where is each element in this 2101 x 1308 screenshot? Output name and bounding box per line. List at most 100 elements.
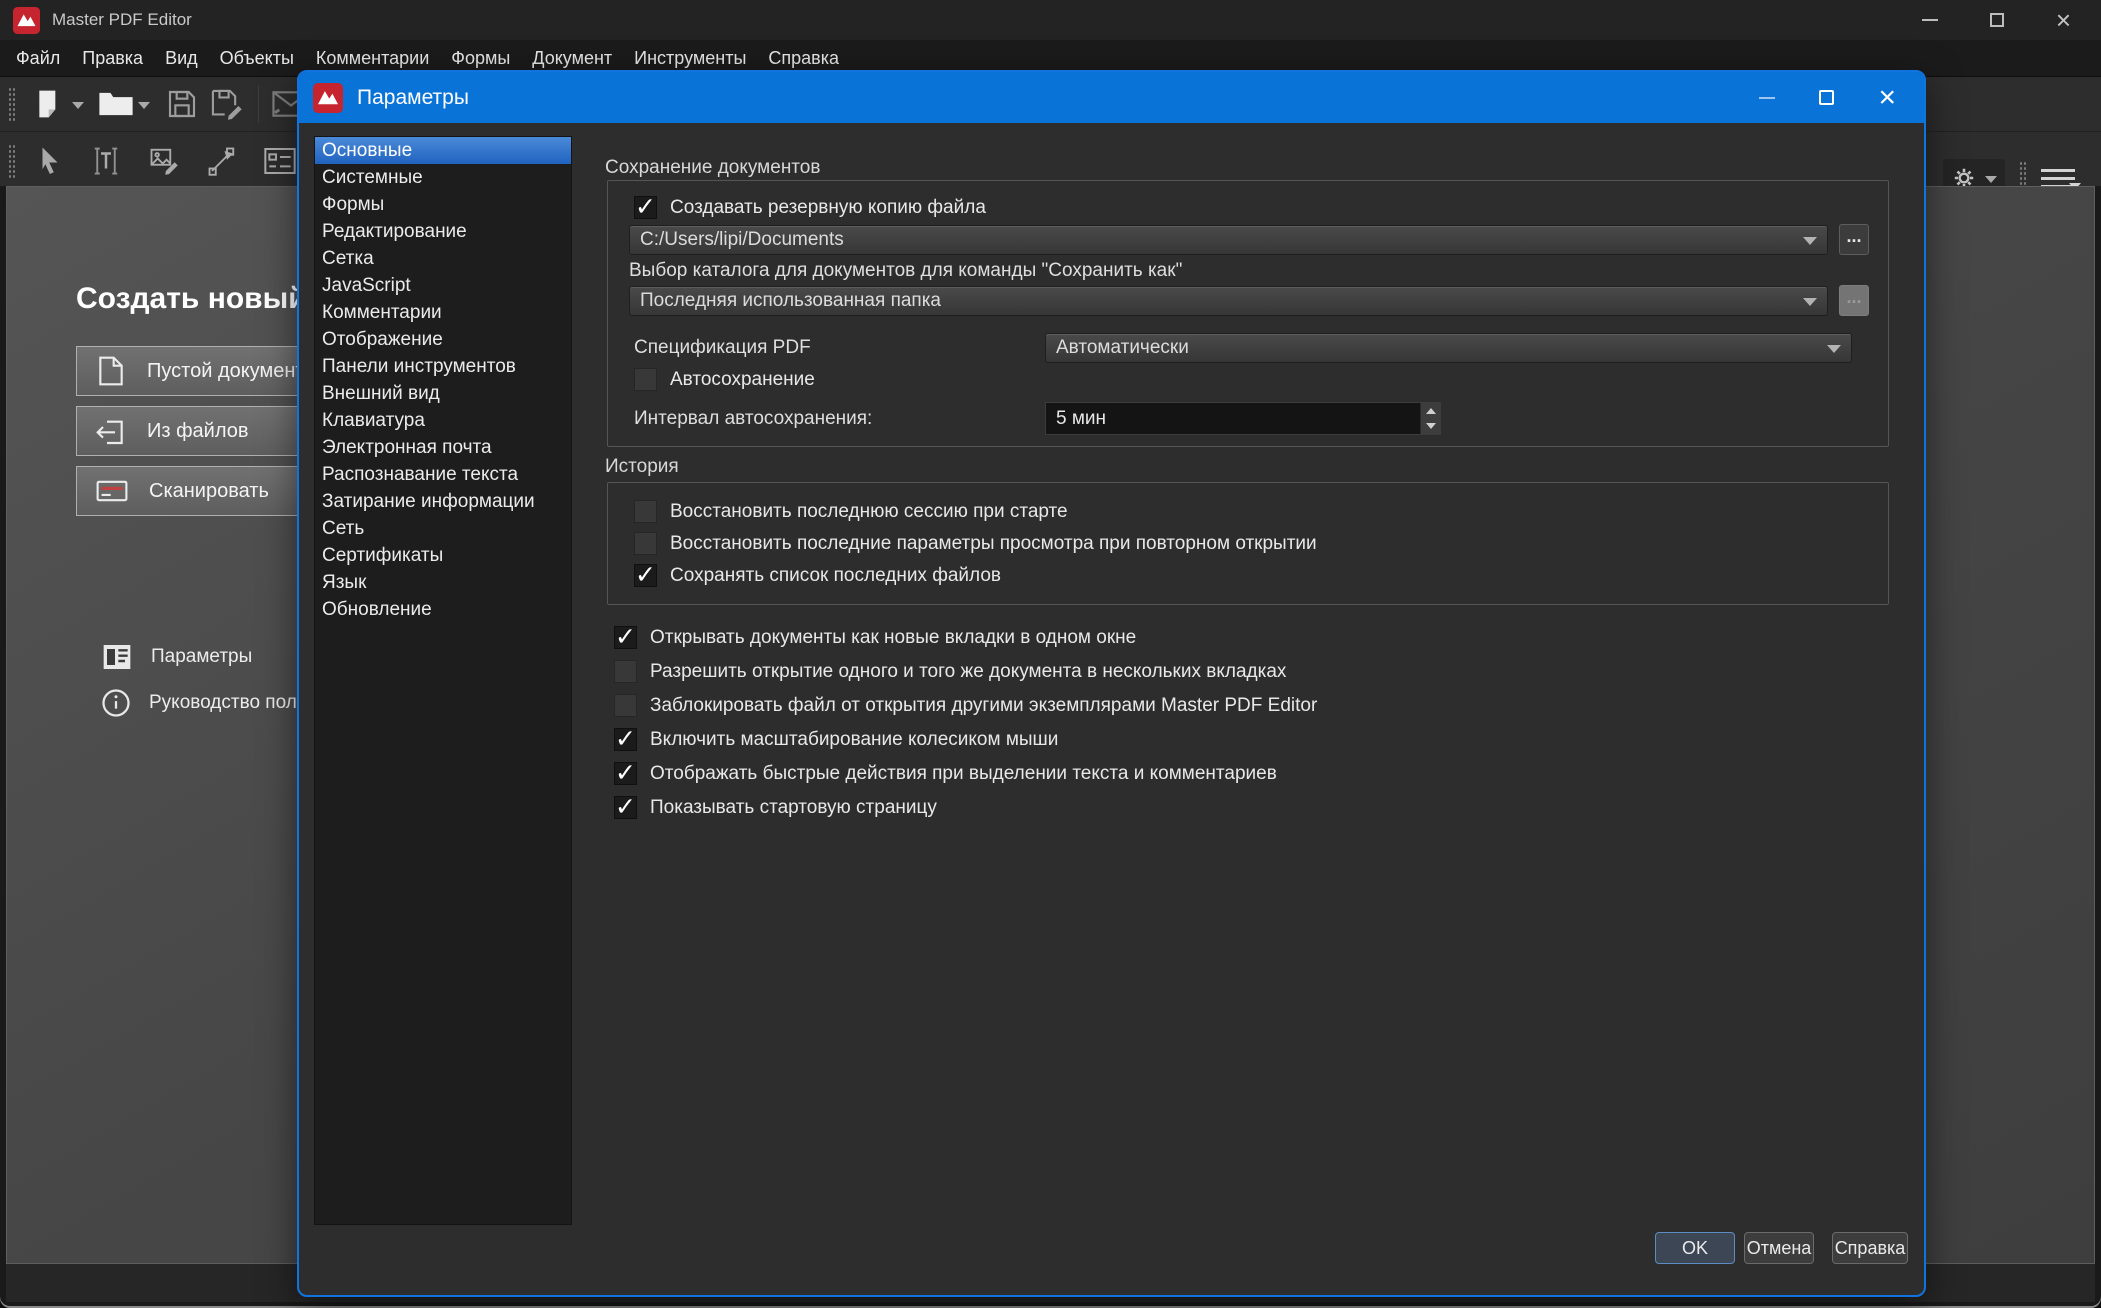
category-redaction[interactable]: Затирание информации [315,488,571,515]
chevron-down-icon[interactable] [1827,345,1841,360]
titlebar: Master PDF Editor × [0,0,2101,40]
quick-actions-checkbox-row[interactable]: ✓ Отображать быстрые действия при выделе… [614,762,1277,785]
dialog-close-button[interactable]: × [1878,87,1896,109]
autosave-interval-spinbox[interactable]: 5 мин [1045,402,1441,435]
window-maximize-button[interactable] [1990,13,2004,27]
app-window: Master PDF Editor × Файл Правка Вид Объе… [0,0,2101,1308]
select-tool-button[interactable] [28,139,72,183]
autosave-interval-value: 5 мин [1056,408,1106,430]
blank-document-label: Пустой документ [147,360,305,383]
toolbar-grip[interactable] [8,87,16,121]
dialog-minimize-button[interactable] [1759,97,1775,99]
toolbar-grip[interactable] [8,144,16,178]
restore-session-checkbox-row[interactable]: Восстановить последнюю сессию при старте [634,500,1068,523]
pdf-spec-combobox[interactable]: Автоматически [1045,333,1852,363]
category-ocr[interactable]: Распознавание текста [315,461,571,488]
start-page-checkbox-row[interactable]: ✓ Показывать стартовую страницу [614,796,937,819]
same-doc-multi-tabs-checkbox-row[interactable]: Разрешить открытие одного и того же доку… [614,660,1286,683]
chevron-down-icon[interactable] [1803,237,1817,252]
edit-text-tool-button[interactable] [84,139,128,183]
dialog-category-list: Основные Системные Формы Редактирование … [314,136,572,1225]
same-doc-multi-tabs-checkbox[interactable] [614,660,637,683]
form-fields-icon [264,147,296,175]
window-close-button[interactable]: × [2056,10,2071,30]
category-comments[interactable]: Комментарии [315,299,571,326]
backup-checkbox-row[interactable]: ✓ Создавать резервную копию файла [634,196,986,219]
wheel-zoom-checkbox-row[interactable]: ✓ Включить масштабирование колесиком мыш… [614,728,1058,751]
category-system[interactable]: Системные [315,164,571,191]
save-as-button[interactable] [204,82,248,126]
new-document-button[interactable] [28,82,72,126]
lock-file-checkbox[interactable] [614,694,637,717]
saveas-dir-combobox[interactable]: Последняя использованная папка [629,286,1828,316]
form-fields-tool-button[interactable] [258,139,302,183]
menu-edit[interactable]: Правка [71,41,154,75]
ok-button[interactable]: OK [1655,1232,1735,1264]
arrow-up-icon [1426,403,1436,414]
saveas-dir-value: Последняя использованная папка [640,290,941,312]
tabs-one-window-checkbox-row[interactable]: ✓ Открывать документы как новые вкладки … [614,626,1136,649]
new-document-dropdown-icon[interactable] [72,102,84,115]
category-appearance[interactable]: Внешний вид [315,380,571,407]
category-language[interactable]: Язык [315,569,571,596]
recent-files-checkbox[interactable]: ✓ [634,564,657,587]
cancel-button[interactable]: Отмена [1744,1232,1814,1264]
backup-path-browse-button[interactable]: ... [1839,224,1869,255]
open-file-button[interactable] [94,82,138,126]
spin-up-button[interactable] [1421,403,1440,419]
edit-path-tool-button[interactable] [200,139,244,183]
category-keyboard[interactable]: Клавиатура [315,407,571,434]
quick-actions-checkbox[interactable]: ✓ [614,762,637,785]
backup-checkbox[interactable]: ✓ [634,196,657,219]
dialog-title: Параметры [357,86,469,110]
menu-file[interactable]: Файл [5,41,71,75]
recent-files-checkbox-row[interactable]: ✓ Сохранять список последних файлов [634,564,1001,587]
restore-view-params-checkbox-row[interactable]: Восстановить последние параметры просмот… [634,532,1317,555]
category-update[interactable]: Обновление [315,596,571,623]
category-editing[interactable]: Редактирование [315,218,571,245]
category-javascript[interactable]: JavaScript [315,272,571,299]
saveas-dir-label: Выбор каталога для документов для команд… [629,260,1182,282]
autosave-checkbox[interactable] [634,368,657,391]
main-menu-button[interactable] [2041,169,2087,188]
save-icon [166,88,198,120]
blank-page-icon [95,354,127,388]
menu-view[interactable]: Вид [154,41,209,75]
settings-doc-icon [101,642,133,672]
settings-link[interactable]: Параметры [101,641,252,673]
edit-image-tool-button[interactable] [142,139,186,183]
backup-path-combobox[interactable]: C:/Users/lipi/Documents [629,225,1828,255]
pdf-spec-label: Спецификация PDF [634,337,811,359]
save-button[interactable] [160,82,204,126]
pdf-spec-value: Автоматически [1056,337,1189,359]
autosave-interval-label: Интервал автосохранения: [634,408,872,430]
restore-session-checkbox[interactable] [634,500,657,523]
dialog-maximize-button[interactable] [1819,90,1834,105]
autosave-checkbox-label: Автосохранение [670,369,815,391]
category-network[interactable]: Сеть [315,515,571,542]
category-toolbars[interactable]: Панели инструментов [315,353,571,380]
open-file-dropdown-icon[interactable] [138,102,150,115]
chevron-down-icon[interactable] [1803,298,1817,313]
wheel-zoom-checkbox[interactable]: ✓ [614,728,637,751]
spin-down-button[interactable] [1421,419,1440,435]
window-minimize-button[interactable] [1922,19,1938,21]
category-certificates[interactable]: Сертификаты [315,542,571,569]
restore-view-params-checkbox[interactable] [634,532,657,555]
tabs-one-window-checkbox[interactable]: ✓ [614,626,637,649]
autosave-checkbox-row[interactable]: Автосохранение [634,368,815,391]
info-icon [101,688,131,718]
category-general[interactable]: Основные [315,137,571,164]
start-page-checkbox[interactable]: ✓ [614,796,637,819]
saveas-dir-browse-button-disabled: ... [1839,285,1869,316]
category-display[interactable]: Отображение [315,326,571,353]
settings-link-label: Параметры [151,646,252,668]
category-email[interactable]: Электронная почта [315,434,571,461]
scan-label: Сканировать [149,480,269,503]
help-button[interactable]: Справка [1832,1232,1908,1264]
category-grid[interactable]: Сетка [315,245,571,272]
category-forms[interactable]: Формы [315,191,571,218]
dialog-titlebar[interactable]: Параметры × [299,72,1924,123]
lock-file-checkbox-row[interactable]: Заблокировать файл от открытия другими э… [614,694,1317,717]
menu-objects[interactable]: Объекты [209,41,305,75]
